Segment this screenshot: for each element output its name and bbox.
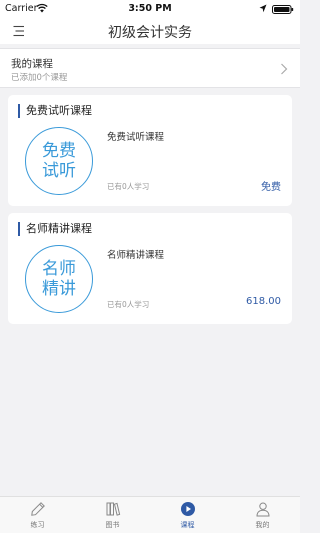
tab-mine[interactable]: 我的 <box>225 497 300 533</box>
course-badge: 名师精讲 <box>25 245 93 313</box>
tab-practice[interactable]: 练习 <box>0 497 75 533</box>
user-icon <box>255 502 270 517</box>
tab-books[interactable]: 图书 <box>75 497 150 533</box>
books-icon <box>106 502 120 516</box>
my-course-row[interactable]: 我的课程 已添加0个课程 <box>0 48 300 88</box>
tab-label: 练习 <box>30 521 45 529</box>
play-circle-icon <box>180 502 195 516</box>
learner-count: 已有0人学习 <box>107 182 150 191</box>
status-time: 3:50 PM <box>128 3 172 14</box>
badge-text: 免费试听 <box>42 141 76 181</box>
course-card-expert[interactable]: 名师精讲课程 名师精讲 名师精讲课程 已有0人学习 618.00 <box>8 213 292 324</box>
my-course-subtitle: 已添加0个课程 <box>11 73 68 83</box>
status-bar: Carrier 3:50 PM <box>0 0 300 18</box>
card-header: 免费试听课程 <box>18 104 92 118</box>
course-badge: 免费试听 <box>25 127 93 195</box>
tab-label: 课程 <box>180 521 195 529</box>
tab-courses[interactable]: 课程 <box>150 497 225 533</box>
course-name: 免费试听课程 <box>107 132 165 143</box>
location-arrow-icon <box>259 4 267 13</box>
course-name: 名师精讲课程 <box>107 250 165 261</box>
learner-count: 已有0人学习 <box>107 300 150 309</box>
course-card-free[interactable]: 免费试听课程 免费试听 免费试听课程 已有0人学习 免费 <box>8 95 292 206</box>
pencil-icon <box>30 502 45 516</box>
badge-text: 名师精讲 <box>42 259 76 299</box>
course-price: 免费 <box>261 182 281 193</box>
tab-bar: 练习 图书 课程 我的 <box>0 496 300 533</box>
battery-icon <box>272 5 294 14</box>
page-title: 初级会计实务 <box>108 25 192 41</box>
nav-bar: 初级会计实务 <box>0 18 300 44</box>
course-price: 618.00 <box>246 296 281 307</box>
my-course-title: 我的课程 <box>11 58 53 70</box>
chevron-right-icon <box>281 63 288 75</box>
tab-label: 图书 <box>105 521 120 529</box>
card-header: 名师精讲课程 <box>18 222 92 236</box>
tab-label: 我的 <box>255 521 270 529</box>
